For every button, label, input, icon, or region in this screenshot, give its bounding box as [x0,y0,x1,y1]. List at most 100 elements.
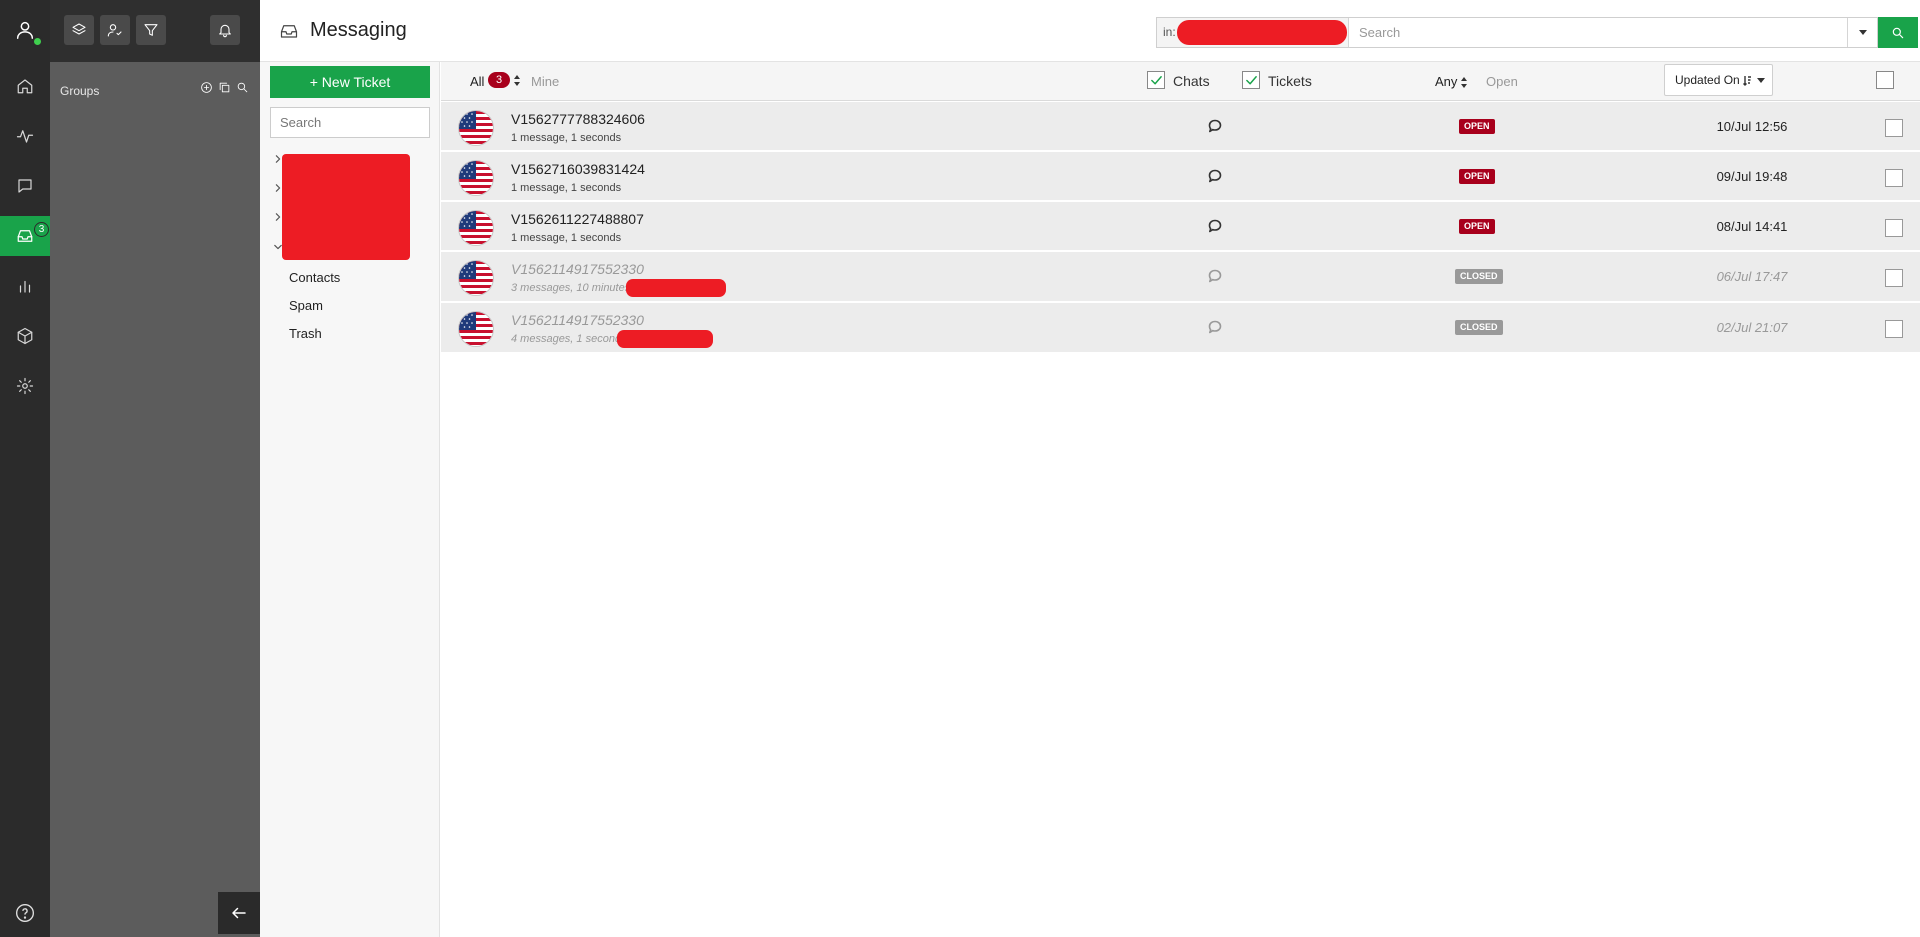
chat-bubble-icon [1208,119,1222,133]
ticket-row[interactable]: V1562716039831424 1 message, 1 seconds O… [441,152,1920,201]
nav-packages[interactable] [0,316,50,356]
any-label: Any [1435,74,1458,89]
search-scope[interactable]: in: [1157,18,1349,47]
row-checkbox[interactable] [1885,169,1903,187]
add-group-icon[interactable] [200,81,213,94]
folder-trash[interactable]: Trash [289,326,322,341]
home-icon [17,79,33,94]
search-options-dropdown[interactable] [1847,18,1877,47]
status-badge: OPEN [1459,219,1495,234]
sort-arrows-icon [1461,77,1468,89]
ticket-row[interactable]: V1562114917552330 4 messages, 1 seconds … [441,303,1920,353]
groups-tools [200,81,249,94]
folder-panel: + New Ticket Contacts Spam Trash [260,62,440,937]
folder-contacts[interactable]: Contacts [289,270,340,285]
folder-search-input[interactable] [270,107,430,138]
us-flag-avatar [458,260,494,296]
us-flag-avatar [458,160,494,196]
row-checkbox[interactable] [1885,320,1903,338]
nav-reports[interactable] [0,266,50,306]
new-ticket-button[interactable]: + New Ticket [270,66,430,98]
user-check-icon [107,24,122,37]
redacted-text [626,279,726,297]
search-submit-button[interactable] [1878,17,1918,48]
ticket-date: 10/Jul 12:56 [1716,119,1788,134]
sort-dropdown[interactable]: Updated On [1664,64,1773,96]
main-nav-rail: 3 [0,0,50,937]
ticket-id: V1562114917552330 [511,261,644,277]
sort-descending-icon [1742,75,1752,86]
ticket-list-area: All 3 Mine Chats Tickets Any Open Update… [441,62,1920,937]
chevron-right-icon [275,213,281,221]
nav-chats[interactable] [0,166,50,206]
bar-chart-icon [19,280,31,293]
chats-label: Chats [1173,73,1210,89]
nav-activity[interactable] [0,116,50,156]
global-search-input[interactable] [1349,18,1847,47]
chevron-down-icon [274,244,282,250]
us-flag-avatar [458,110,494,146]
inbox-count-badge: 3 [34,222,49,237]
row-checkbox[interactable] [1885,269,1903,287]
bell-icon [219,24,231,38]
filter-all[interactable]: All [470,74,484,89]
ticket-meta: 3 messages, 10 minutes [511,282,631,294]
inbox-icon [280,23,298,39]
ticket-row[interactable]: V1562777788324606 1 message, 1 seconds O… [441,102,1920,151]
status-badge: OPEN [1459,169,1495,184]
chevron-right-icon [275,155,281,163]
checkmark-icon [1150,75,1162,84]
filter-mine[interactable]: Mine [531,74,559,89]
nav-home[interactable] [0,66,50,106]
chat-bubble-icon [1208,269,1222,283]
collapse-panel-button[interactable] [218,892,260,934]
search-scope-label: in: [1163,25,1176,39]
chat-bubble-icon [1208,320,1222,334]
filter-button[interactable] [136,15,166,45]
status-badge: CLOSED [1455,320,1503,335]
search-icon [1892,27,1904,38]
chat-icon [18,179,32,193]
list-toolbar: All 3 Mine Chats Tickets Any Open Update… [441,62,1920,101]
tickets-label: Tickets [1268,73,1312,89]
copy-icon[interactable] [218,81,231,94]
tickets-checkbox[interactable] [1242,71,1260,89]
groups-panel: Groups [50,0,260,937]
status-badge: OPEN [1459,119,1495,134]
sort-toggle-icon[interactable] [514,75,521,86]
filter-icon [144,24,158,36]
ticket-id: V1562716039831424 [511,161,645,177]
help-icon [16,904,34,922]
folder-spam[interactable]: Spam [289,298,323,313]
ticket-row[interactable]: V1562114917552330 3 messages, 10 minutes… [441,252,1920,302]
ticket-meta: 4 messages, 1 seconds [511,333,627,345]
chats-checkbox[interactable] [1147,71,1165,89]
row-checkbox[interactable] [1885,219,1903,237]
status-filter-open[interactable]: Open [1486,74,1518,89]
all-count-badge: 3 [488,72,510,88]
layers-icon [72,23,86,35]
status-badge: CLOSED [1455,269,1503,284]
nav-settings[interactable] [0,366,50,406]
select-all-checkbox[interactable] [1876,71,1894,89]
user-profile-button[interactable] [0,10,50,50]
ticket-row[interactable]: V1562611227488807 1 message, 1 seconds O… [441,202,1920,251]
assigned-users-button[interactable] [100,15,130,45]
ticket-id: V1562114917552330 [511,312,644,328]
chevron-right-icon [275,184,281,192]
redacted-folders [282,154,410,260]
arrow-left-icon [232,907,246,919]
sort-label: Updated On [1675,73,1740,87]
ticket-meta: 1 message, 1 seconds [511,182,622,194]
status-filter-any[interactable]: Any [1435,74,1468,89]
help-button[interactable] [0,893,50,933]
chevron-down-icon [1756,77,1765,83]
layers-button[interactable] [64,15,94,45]
notifications-button[interactable] [210,15,240,45]
search-icon[interactable] [236,81,249,94]
box-icon [17,327,33,345]
ticket-date: 02/Jul 21:07 [1716,320,1788,335]
ticket-meta: 1 message, 1 seconds [511,132,622,144]
row-checkbox[interactable] [1885,119,1903,137]
activity-icon [16,130,34,143]
